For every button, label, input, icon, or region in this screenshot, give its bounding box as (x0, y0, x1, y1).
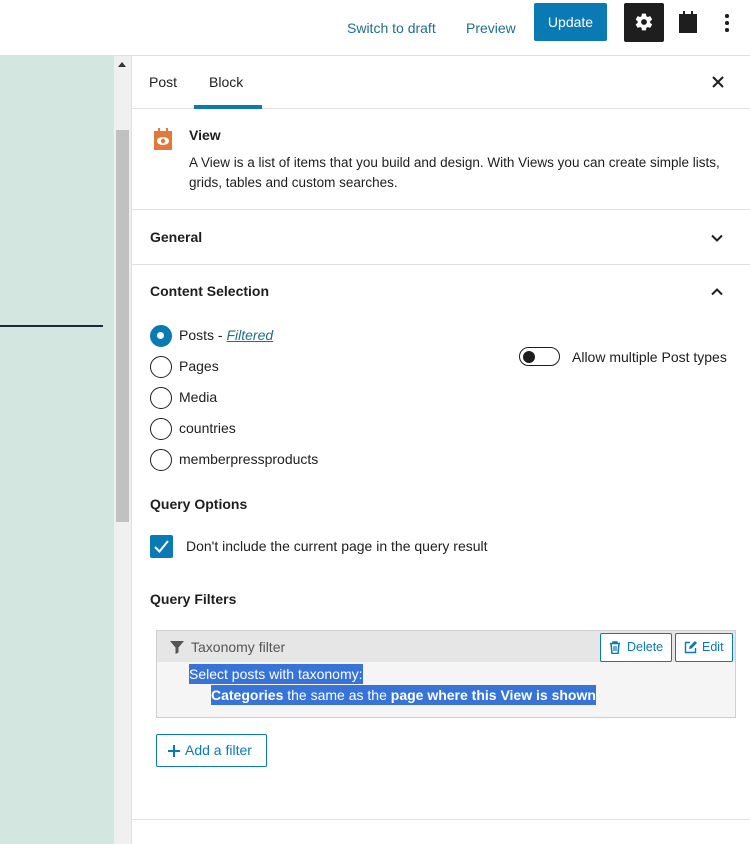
panel-content-selection[interactable]: Content Selection (132, 265, 750, 319)
block-card: View A View is a list of items that you … (132, 109, 750, 210)
filter-header: Taxonomy filter Delete Edit (157, 631, 735, 662)
ellipsis-dot (725, 28, 729, 32)
radio-button[interactable] (150, 387, 172, 409)
canvas-scrollbar[interactable] (114, 56, 131, 844)
scrollbar-thumb[interactable] (116, 130, 129, 522)
scroll-up-arrow-icon[interactable] (118, 62, 126, 67)
radio-label-text: Posts - (179, 327, 227, 343)
filter-source: page where this View is shown (390, 687, 596, 703)
switch-to-draft-button[interactable]: Switch to draft (347, 14, 436, 42)
editor-canvas[interactable] (0, 56, 114, 844)
edit-filter-button[interactable]: Edit (675, 633, 733, 662)
delete-label: Delete (627, 640, 664, 654)
preview-button[interactable]: Preview (466, 14, 516, 42)
query-filters-title: Query Filters (150, 591, 237, 607)
filter-summary-line-1: Select posts with taxonomy: (189, 664, 363, 684)
add-filter-label: Add a filter (185, 742, 252, 758)
radio-label: Pages (179, 358, 219, 374)
exclude-current-checkbox[interactable] (150, 535, 173, 558)
block-description: A View is a list of items that you build… (189, 155, 720, 190)
edit-icon (684, 641, 697, 654)
exclude-current-label: Don't include the current page in the qu… (186, 538, 488, 554)
toolset-block-icon (679, 11, 697, 33)
edit-label: Edit (702, 640, 724, 654)
query-options-title: Query Options (150, 496, 248, 512)
filtered-link[interactable]: Filtered (226, 327, 273, 343)
filter-relation: the same as the (283, 687, 391, 703)
more-options-button[interactable] (716, 11, 738, 35)
radio-button[interactable] (150, 356, 172, 378)
radio-label: memberpressproducts (179, 451, 319, 467)
filter-title: Taxonomy filter (191, 639, 286, 655)
radio-button[interactable] (150, 449, 172, 471)
editor-top-bar: Switch to draft Preview Update (0, 0, 750, 56)
ellipsis-dot (725, 21, 729, 25)
panel-general[interactable]: General (132, 211, 750, 265)
radio-button[interactable] (150, 418, 172, 440)
trash-icon (610, 641, 620, 654)
toggle-knob (523, 350, 535, 363)
separator-block[interactable] (0, 325, 103, 327)
settings-sidebar: Post Block View A View is a list of item… (131, 56, 750, 844)
radio-label: Posts - Filtered (179, 327, 273, 343)
sidebar-tabs: Post Block (132, 56, 750, 109)
update-button[interactable]: Update (534, 3, 607, 41)
plus-icon (168, 745, 180, 757)
radio-button[interactable] (150, 325, 172, 347)
add-filter-button[interactable]: Add a filter (156, 734, 267, 767)
chevron-down-icon (711, 234, 723, 242)
panel-general-title: General (150, 229, 203, 245)
toolset-plugin-button[interactable] (678, 10, 698, 39)
radio-label: Media (179, 389, 218, 405)
taxonomy-name: Categories (211, 687, 284, 703)
block-title: View (189, 127, 221, 143)
funnel-icon (170, 641, 184, 654)
taxonomy-filter-box: Taxonomy filter Delete Edit Select posts… (156, 630, 736, 718)
delete-filter-button[interactable]: Delete (600, 633, 673, 662)
chevron-up-icon (711, 288, 723, 296)
view-eye-icon (154, 128, 172, 150)
settings-button[interactable] (624, 3, 664, 42)
panel-content-selection-title: Content Selection (150, 283, 270, 299)
vertical-ellipsis-icon (725, 14, 729, 18)
allow-multiple-label: Allow multiple Post types (572, 349, 727, 365)
filter-summary-line-2: Categories the same as the page where th… (211, 685, 596, 705)
tab-block[interactable]: Block (209, 56, 243, 109)
gear-icon (635, 13, 653, 31)
allow-multiple-toggle[interactable] (519, 347, 560, 366)
radio-label: countries (179, 420, 236, 436)
close-icon[interactable] (710, 74, 726, 90)
checkmark-icon (154, 540, 169, 553)
section-divider (132, 819, 750, 820)
tab-post[interactable]: Post (149, 56, 177, 109)
